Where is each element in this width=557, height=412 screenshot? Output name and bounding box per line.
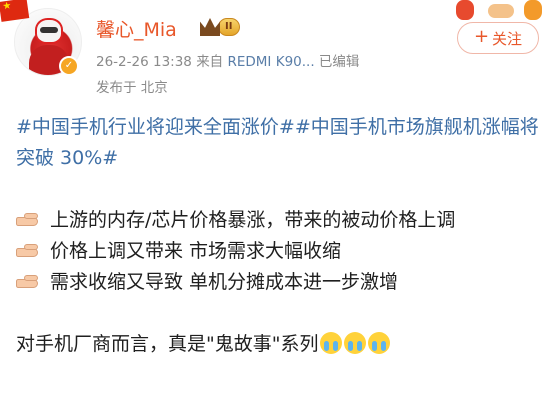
point-text: 上游的内存/芯片价格暴涨，带来的被动价格上调	[50, 209, 456, 231]
hand-pointing-right-icon	[16, 243, 44, 261]
source-device[interactable]: REDMI K90...	[227, 54, 314, 70]
list-item: 上游的内存/芯片价格暴涨，带来的被动价格上调	[16, 205, 546, 236]
edited-label[interactable]: 已编辑	[319, 54, 360, 70]
post-content: #中国手机行业将迎来全面涨价##中国手机市场旗舰机涨幅将突破 30%# 上游的内…	[16, 112, 546, 360]
post-header: ★ ✓ 馨心_Mia II 26-2-26 13:38 来自 REDMI K90…	[0, 0, 557, 110]
vip-badge[interactable]: II	[200, 17, 241, 37]
list-item: 需求收缩又导致 单机分摊成本进一步激增	[16, 267, 546, 298]
hand-pointing-right-icon	[16, 274, 44, 292]
post-meta: 26-2-26 13:38 来自 REDMI K90... 已编辑	[96, 50, 359, 70]
closing-text: 对手机厂商而言，真是"鬼故事"系列	[16, 333, 319, 355]
point-text: 价格上调又带来 市场需求大幅收缩	[50, 240, 342, 262]
point-text: 需求收缩又导致 单机分摊成本进一步激增	[50, 271, 399, 293]
cloud-icon	[488, 4, 514, 18]
flag-icon: ★	[0, 0, 30, 22]
hand-pointing-right-icon	[16, 212, 44, 230]
verified-badge-icon: ✓	[59, 56, 79, 76]
plus-icon: +	[473, 26, 490, 47]
crying-face-icon	[344, 332, 367, 354]
lantern-icon	[524, 0, 542, 20]
avatar-visor	[40, 27, 58, 33]
post-date: 26-2-26 13:38	[96, 54, 192, 70]
lantern-icon	[456, 0, 474, 20]
crown-icon	[200, 18, 220, 36]
list-item: 价格上调又带来 市场需求大幅收缩	[16, 236, 546, 267]
closing-line: 对手机厂商而言，真是"鬼故事"系列	[16, 329, 546, 360]
post-location: 发布于 北京	[96, 80, 168, 96]
follow-label: 关注	[492, 29, 523, 48]
username[interactable]: 馨心_Mia	[96, 15, 177, 42]
crying-face-icon	[368, 332, 391, 354]
vip-level: II	[218, 18, 241, 36]
source-prefix: 来自	[196, 54, 224, 70]
follow-button[interactable]: + 关注	[457, 22, 539, 54]
crying-face-icon	[320, 332, 343, 354]
hashtags[interactable]: #中国手机行业将迎来全面涨价##中国手机市场旗舰机涨幅将突破 30%#	[16, 112, 546, 174]
festival-decoration	[454, 0, 554, 22]
